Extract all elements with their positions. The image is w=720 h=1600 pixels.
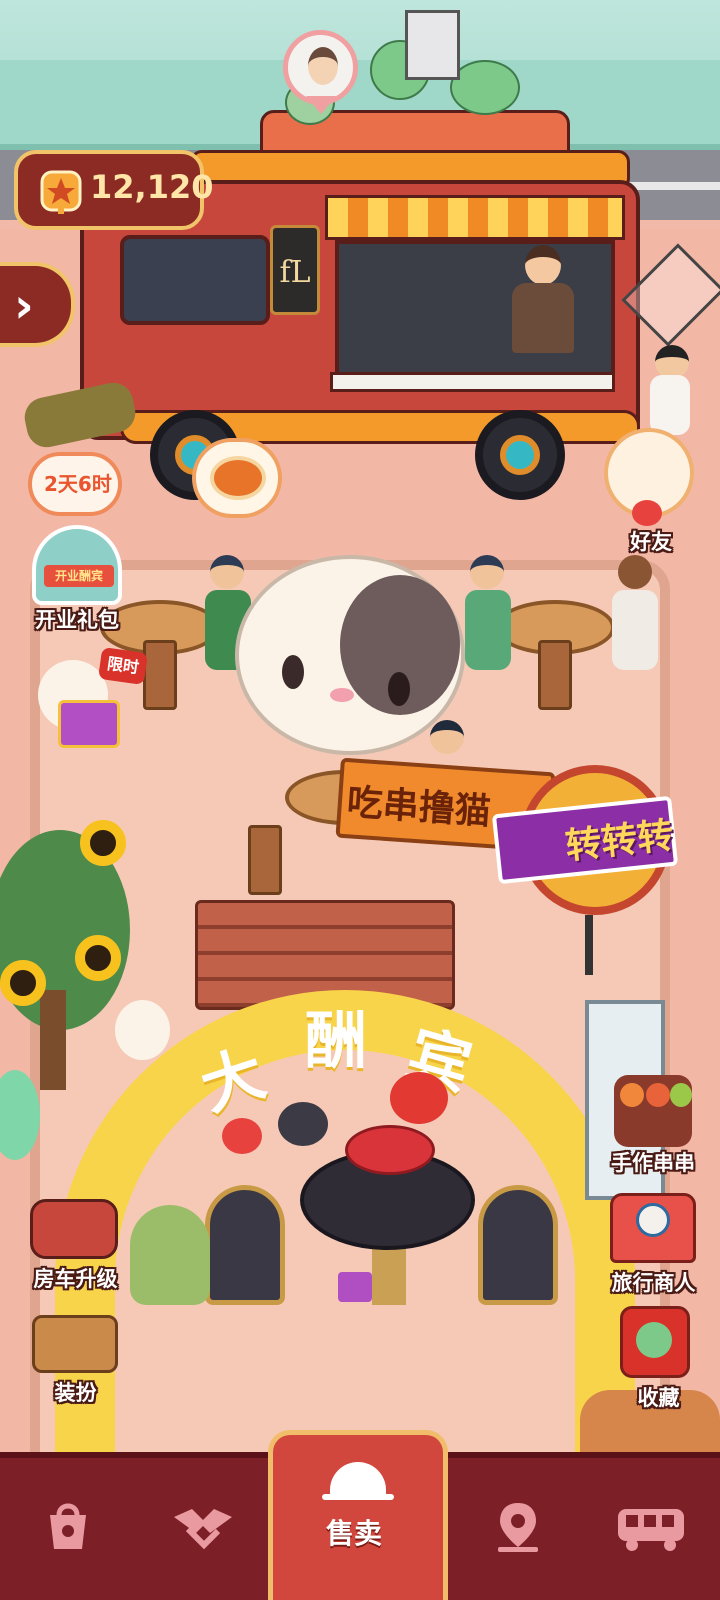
player-avatar[interactable] xyxy=(283,30,358,105)
stump-leg xyxy=(538,640,572,710)
skewer-ball-icon xyxy=(670,1083,692,1107)
coin-icon xyxy=(40,170,82,214)
traveling-merchant-button[interactable]: 旅行商人 xyxy=(596,1185,711,1300)
arch-character: 酬 xyxy=(305,1004,368,1077)
succulent-plant xyxy=(450,60,520,115)
skewer-ball-icon xyxy=(620,1083,644,1107)
customer-body xyxy=(650,375,690,435)
rose-bouquet xyxy=(345,1125,435,1175)
nav-sell-label: 售卖 xyxy=(326,1517,383,1550)
roof-house xyxy=(405,10,460,80)
limited-offer-button[interactable]: 限时 xyxy=(30,645,149,755)
limited-badge: 限时 xyxy=(97,646,149,686)
table-base xyxy=(372,1245,406,1305)
truck-wheel xyxy=(475,410,565,500)
truck-hanging-sign: fL xyxy=(270,225,320,315)
opening-gift-label: 开业礼包 xyxy=(35,608,119,632)
coin-value: 12,120 xyxy=(90,168,214,206)
truck-counter xyxy=(330,372,615,392)
rv-truck-icon xyxy=(30,1199,118,1259)
cat-eye xyxy=(388,672,410,706)
heart-balloon xyxy=(390,1072,448,1124)
customer xyxy=(430,720,464,754)
handmade-skewers-label: 手作串串 xyxy=(611,1151,695,1175)
handmade-skewers-button[interactable]: 手作串串 xyxy=(598,1065,708,1180)
collection-button[interactable]: 收藏 xyxy=(606,1300,711,1415)
chair xyxy=(205,1185,285,1305)
truck-cab-window xyxy=(120,235,270,325)
opening-gift-banner: 开业酬宾 xyxy=(44,565,114,587)
paint-roller-icon xyxy=(32,1315,118,1373)
sunflower xyxy=(75,935,121,981)
album-sticker-icon xyxy=(636,1322,672,1358)
rv-upgrade-button[interactable]: 房车升级 xyxy=(18,1195,133,1295)
stump-seat xyxy=(248,825,282,895)
friends-label: 好友 xyxy=(630,530,672,554)
collection-label: 收藏 xyxy=(637,1386,680,1410)
tree-trunk xyxy=(40,990,66,1090)
friends-button[interactable]: 好友 xyxy=(596,428,706,558)
nav-map-pin-button[interactable] xyxy=(462,1475,572,1585)
chef-body xyxy=(512,283,574,353)
opening-gift-button[interactable]: 开业酬宾 开业礼包 xyxy=(22,520,132,635)
customer xyxy=(618,555,652,589)
side-expand-button[interactable]: › xyxy=(0,262,75,347)
heart-balloon xyxy=(222,1118,262,1154)
food-dish-icon xyxy=(210,456,266,500)
handshake-icon xyxy=(174,1509,232,1550)
customer-body xyxy=(612,590,658,670)
food-order-bubble[interactable] xyxy=(192,438,282,518)
nav-bus-button[interactable] xyxy=(596,1475,706,1585)
truck-awning xyxy=(325,195,625,240)
event-flag-text: 吃串撸猫 xyxy=(345,782,493,833)
customer xyxy=(210,555,244,589)
customer xyxy=(655,345,689,379)
compass-icon xyxy=(636,1203,670,1237)
coin-counter[interactable]: 12,120 xyxy=(14,150,213,230)
wheel-stand xyxy=(585,915,593,975)
dress-up-label: 装扮 xyxy=(54,1381,97,1405)
avatar-face xyxy=(308,47,338,85)
chef-character[interactable] xyxy=(525,245,561,285)
shopping-bag-icon xyxy=(50,1503,86,1549)
timer-text: 2天6时 xyxy=(44,472,112,496)
bus-icon xyxy=(618,1509,684,1551)
skewer-ball-icon xyxy=(646,1083,670,1107)
rv-upgrade-label: 房车升级 xyxy=(33,1267,118,1291)
frog-statue xyxy=(130,1205,210,1305)
cat-nose xyxy=(330,688,354,702)
stump-leg xyxy=(143,640,177,710)
nav-shop-bag-button[interactable] xyxy=(12,1475,122,1585)
service-bell-base xyxy=(322,1494,394,1500)
sunflower xyxy=(80,820,126,866)
customer xyxy=(470,555,504,589)
gift-box-icon xyxy=(58,700,120,748)
traveling-merchant-label: 旅行商人 xyxy=(611,1271,696,1295)
cat-eye xyxy=(282,655,304,689)
gift-box xyxy=(338,1272,372,1302)
chevron-right-icon: › xyxy=(14,278,34,334)
map-pin-icon xyxy=(498,1503,538,1552)
chair xyxy=(478,1185,558,1305)
heart-balloon xyxy=(278,1102,328,1146)
nav-friends-hands-button[interactable] xyxy=(148,1475,258,1585)
dress-up-button[interactable]: 装扮 xyxy=(18,1305,133,1410)
customer-body xyxy=(465,590,511,670)
heart-icon xyxy=(632,500,662,526)
sunflower xyxy=(0,960,46,1006)
winged-cat xyxy=(115,1000,170,1060)
